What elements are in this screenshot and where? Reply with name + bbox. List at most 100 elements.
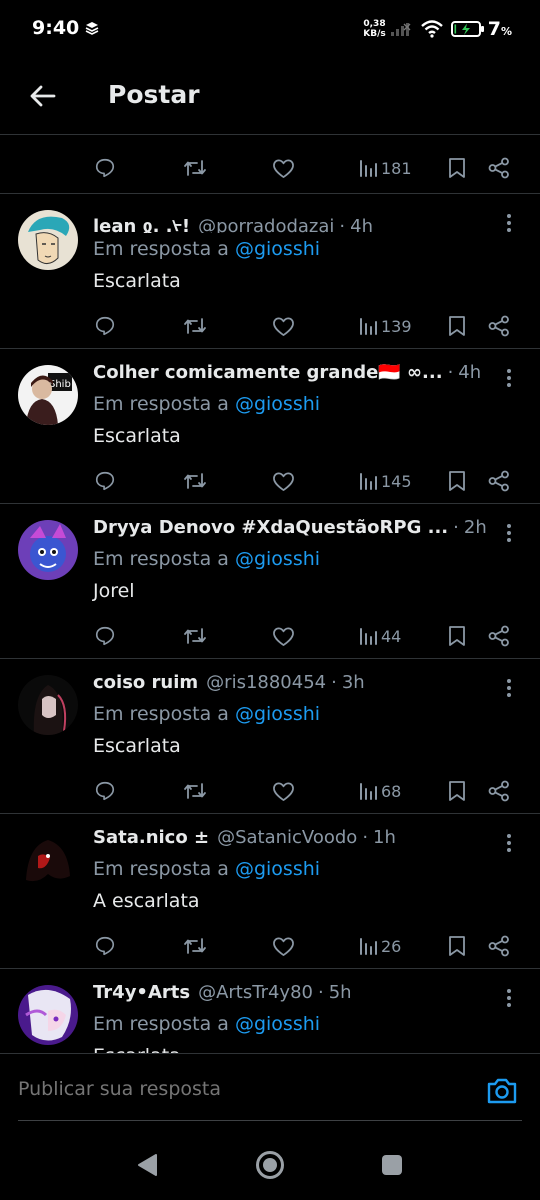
views-icon bbox=[360, 938, 377, 955]
bookmark-button[interactable] bbox=[447, 774, 467, 808]
reply-item[interactable]: coiso ruim @ris1880454 · 3h Em resposta a @g… bbox=[0, 658, 540, 813]
more-options-button[interactable] bbox=[500, 832, 518, 854]
triangle-back-icon bbox=[138, 1154, 157, 1176]
avatar[interactable] bbox=[18, 520, 78, 580]
mention-link[interactable]: @giosshi bbox=[235, 393, 320, 415]
share-button[interactable] bbox=[487, 929, 511, 963]
views-button[interactable]: 26 bbox=[358, 929, 401, 963]
views-button[interactable]: 68 bbox=[358, 774, 401, 808]
user-handle[interactable]: @ris1880454 bbox=[206, 672, 326, 693]
avatar[interactable] bbox=[18, 210, 78, 270]
in-reply-to: Em resposta a @giosshi bbox=[93, 238, 320, 260]
share-button[interactable] bbox=[487, 309, 511, 343]
back-button[interactable] bbox=[24, 78, 60, 114]
reply-button[interactable] bbox=[94, 464, 116, 498]
page-title: Postar bbox=[108, 80, 200, 109]
reply-item[interactable]: lean ჲ. .ᢣ! @porradodazai · 4h Em resposta a… bbox=[0, 193, 540, 348]
user-handle[interactable]: @porradodazai bbox=[198, 216, 334, 233]
reply-icon bbox=[95, 626, 115, 646]
reply-icon bbox=[95, 781, 115, 801]
share-button[interactable] bbox=[487, 774, 511, 808]
repost-button[interactable] bbox=[183, 309, 207, 343]
views-count: 139 bbox=[381, 316, 412, 336]
repost-button[interactable] bbox=[183, 774, 207, 808]
reply-header: Sata.nico ± @SatanicVoodo · 1h bbox=[93, 827, 493, 853]
repost-button[interactable] bbox=[183, 464, 207, 498]
display-name[interactable]: lean ჲ. .ᢣ! bbox=[93, 207, 190, 233]
mention-link[interactable]: @giosshi bbox=[235, 548, 320, 570]
user-handle[interactable]: @SatanicVoodo bbox=[217, 827, 357, 848]
like-button[interactable] bbox=[272, 929, 295, 963]
user-handle[interactable]: @ArtsTr4y80 bbox=[198, 982, 313, 1003]
mention-link[interactable]: @giosshi bbox=[235, 1013, 320, 1035]
like-button[interactable] bbox=[272, 774, 295, 808]
reply-item[interactable]: Sata.nico ± @SatanicVoodo · 1h Em resposta a… bbox=[0, 813, 540, 968]
repost-button[interactable] bbox=[183, 151, 207, 185]
avatar[interactable] bbox=[18, 985, 78, 1045]
mention-link[interactable]: @giosshi bbox=[235, 858, 320, 880]
repost-button[interactable] bbox=[183, 929, 207, 963]
more-options-button[interactable] bbox=[500, 522, 518, 544]
like-button[interactable] bbox=[272, 464, 295, 498]
square-recents-icon bbox=[382, 1155, 402, 1175]
views-count: 68 bbox=[381, 781, 402, 801]
display-name[interactable]: Sata.nico ± bbox=[93, 827, 209, 848]
display-name[interactable]: Tr4y•Arts bbox=[93, 982, 190, 1003]
display-name[interactable]: Colher comicamente grande🇮🇩 ∞... bbox=[93, 362, 443, 383]
reply-item[interactable]: Shib Colher comicamente grande🇮🇩 ∞... · 4h E… bbox=[0, 348, 540, 503]
more-options-button[interactable] bbox=[500, 677, 518, 699]
in-reply-to: Em resposta a @giosshi bbox=[93, 703, 320, 725]
reply-item[interactable]: Dryya Denovo #XdaQuestãoRPG ... · 2h Em res… bbox=[0, 503, 540, 658]
reply-item[interactable]: Tr4y•Arts @ArtsTr4y80 · 5h Em resposta a @gi… bbox=[0, 968, 540, 1053]
share-icon bbox=[488, 157, 509, 179]
bookmark-button[interactable] bbox=[447, 929, 467, 963]
in-reply-prefix: Em resposta a bbox=[93, 1013, 229, 1035]
reply-header: Colher comicamente grande🇮🇩 ∞... · 4h bbox=[93, 362, 493, 388]
reply-button[interactable] bbox=[94, 929, 116, 963]
share-button[interactable] bbox=[487, 464, 511, 498]
reply-icon bbox=[95, 471, 115, 491]
views-icon bbox=[360, 628, 377, 645]
display-name[interactable]: Dryya Denovo #XdaQuestãoRPG ... bbox=[93, 517, 448, 538]
reply-button[interactable] bbox=[94, 774, 116, 808]
wifi-icon bbox=[420, 20, 444, 38]
repost-button[interactable] bbox=[183, 619, 207, 653]
bookmark-button[interactable] bbox=[447, 309, 467, 343]
like-button[interactable] bbox=[272, 309, 295, 343]
avatar[interactable] bbox=[18, 675, 78, 735]
reply-button[interactable] bbox=[94, 151, 116, 185]
avatar[interactable]: Shib bbox=[18, 365, 78, 425]
like-button[interactable] bbox=[272, 619, 295, 653]
avatar[interactable] bbox=[18, 830, 78, 890]
share-button[interactable] bbox=[487, 151, 511, 185]
views-button[interactable]: 44 bbox=[358, 619, 401, 653]
bookmark-button[interactable] bbox=[447, 619, 467, 653]
reply-header: Tr4y•Arts @ArtsTr4y80 · 5h bbox=[93, 982, 493, 1008]
reply-input[interactable] bbox=[18, 1078, 438, 1100]
mention-link[interactable]: @giosshi bbox=[235, 703, 320, 725]
nav-back-button[interactable] bbox=[133, 1150, 163, 1180]
reply-button[interactable] bbox=[94, 619, 116, 653]
display-name[interactable]: coiso ruim bbox=[93, 672, 198, 693]
reply-text: Escarlata bbox=[93, 735, 181, 757]
more-options-button[interactable] bbox=[500, 367, 518, 389]
bookmark-button[interactable] bbox=[447, 464, 467, 498]
bookmark-button[interactable] bbox=[447, 151, 467, 185]
repost-icon bbox=[184, 783, 206, 799]
views-button[interactable]: 145 bbox=[358, 464, 412, 498]
views-button[interactable]: 139 bbox=[358, 309, 412, 343]
share-icon bbox=[488, 625, 509, 647]
like-button[interactable] bbox=[272, 151, 295, 185]
more-options-button[interactable] bbox=[500, 212, 518, 234]
views-button[interactable]: 181 bbox=[358, 151, 412, 185]
in-reply-prefix: Em resposta a bbox=[93, 548, 229, 570]
share-button[interactable] bbox=[487, 619, 511, 653]
reply-button[interactable] bbox=[94, 309, 116, 343]
reply-feed[interactable]: 181 lean ჲ. .ᢣ! @porradodazai · 4h Em respos… bbox=[0, 135, 540, 1053]
heart-icon bbox=[273, 317, 294, 336]
more-options-button[interactable] bbox=[500, 987, 518, 1009]
camera-button[interactable] bbox=[486, 1076, 518, 1106]
nav-recents-button[interactable] bbox=[377, 1150, 407, 1180]
mention-link[interactable]: @giosshi bbox=[235, 238, 320, 260]
nav-home-button[interactable] bbox=[255, 1150, 285, 1180]
